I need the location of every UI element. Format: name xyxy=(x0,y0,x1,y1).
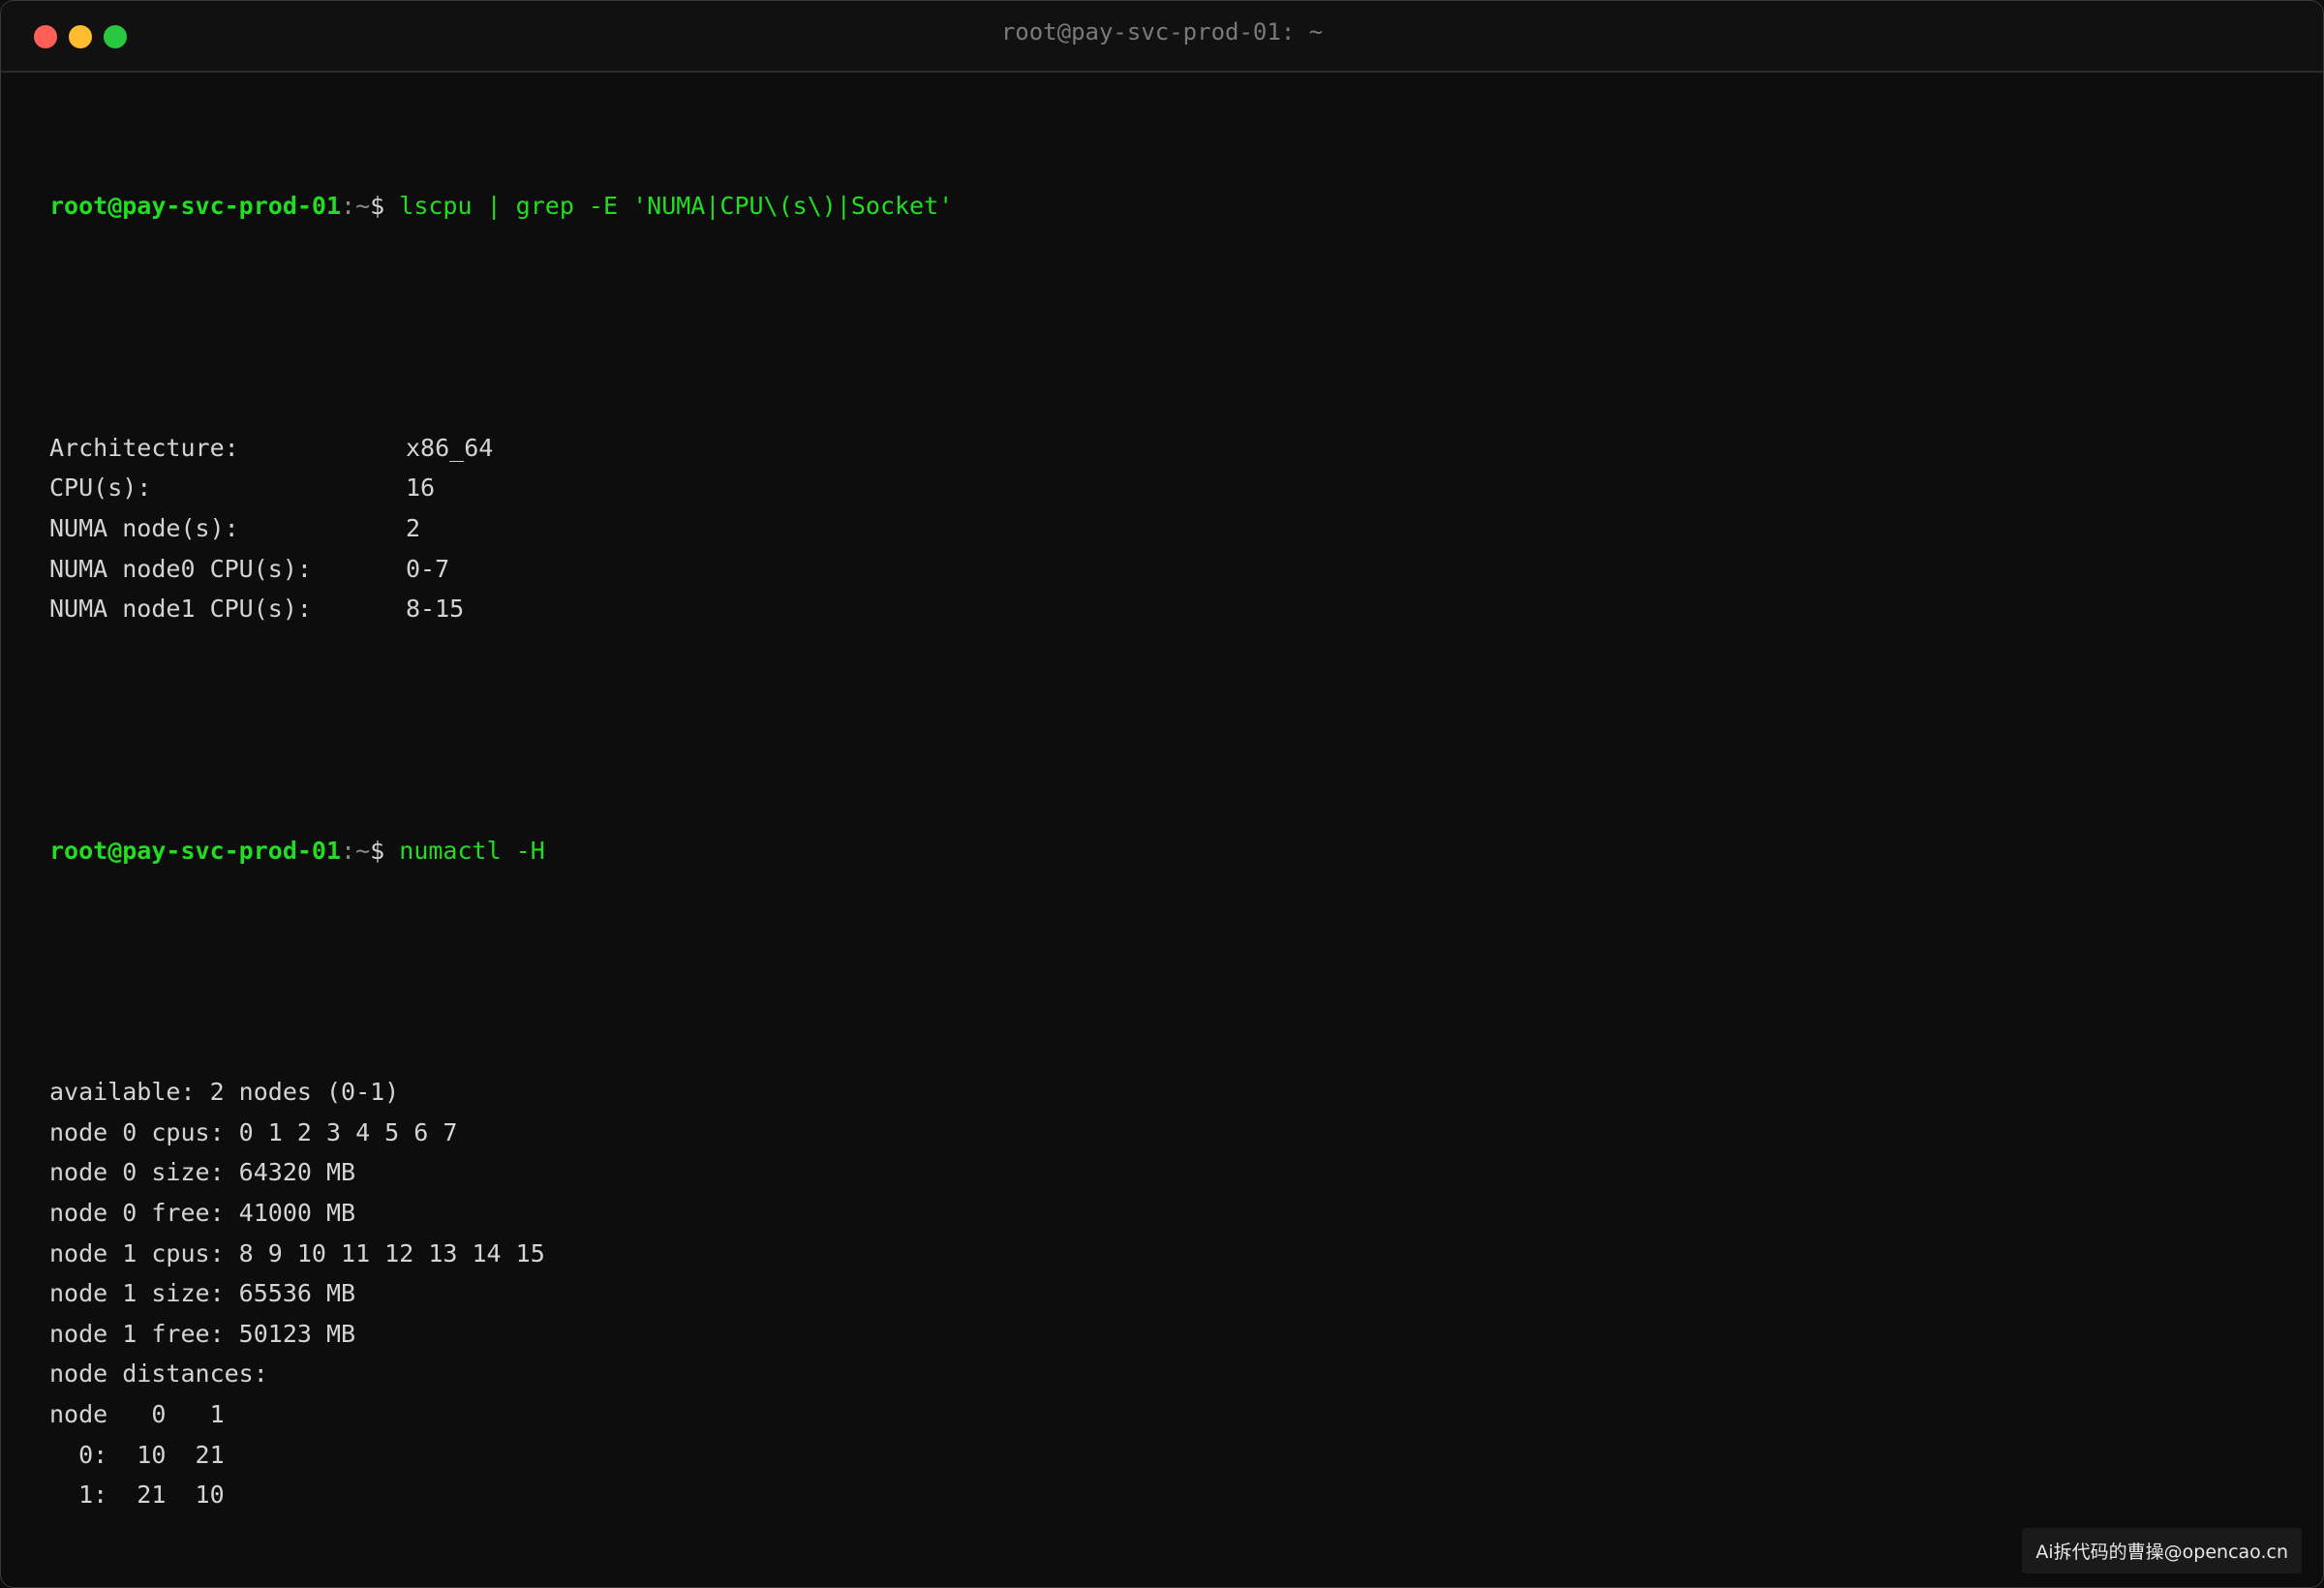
output-line: NUMA node0 CPU(s): 0-7 xyxy=(49,549,2275,590)
window-title: root@pay-svc-prod-01: ~ xyxy=(1000,18,1324,46)
prompt-separator: : xyxy=(341,836,356,865)
watermark: Ai拆代码的曹操@opencao.cn xyxy=(2022,1528,2302,1573)
output-line: node 0 1 xyxy=(49,1400,225,1428)
output-line: node 0 size: 64320 MB xyxy=(49,1158,356,1187)
output-line: node 1 free: 50123 MB xyxy=(49,1319,356,1348)
prompt-symbol: $ xyxy=(370,192,400,221)
command-line-1: root@pay-svc-prod-01:~$ lscpu | grep -E … xyxy=(49,186,2275,227)
output-line: node 1 cpus: 8 9 10 11 12 13 14 15 xyxy=(49,1238,545,1267)
output-value: 0-7 xyxy=(406,554,450,583)
output-key: NUMA node(s): xyxy=(49,513,239,542)
terminal-window: root@pay-svc-prod-01: ~ root@pay-svc-pro… xyxy=(0,0,2324,1588)
output-value: 2 xyxy=(406,513,421,542)
command-line-2: root@pay-svc-prod-01:~$ numactl -H xyxy=(49,831,2275,871)
output-line: 0: 10 21 xyxy=(49,1440,225,1469)
prompt-path: ~ xyxy=(355,192,371,221)
output-line: available: 2 nodes (0-1) xyxy=(49,1078,400,1107)
prompt-symbol: $ xyxy=(370,836,400,865)
output-value: 16 xyxy=(406,473,436,503)
output-line: NUMA node1 CPU(s): 8-15 xyxy=(49,589,2275,629)
prompt-user-host: root@pay-svc-prod-01 xyxy=(49,192,342,221)
output-line: CPU(s): 16 xyxy=(49,468,2275,508)
output-value: x86_64 xyxy=(406,433,494,462)
output-line: 1: 21 10 xyxy=(49,1481,225,1510)
output-key: Architecture: xyxy=(49,433,239,462)
output-line: NUMA node(s): 2 xyxy=(49,508,2275,549)
output-line: node distances: xyxy=(49,1359,268,1389)
prompt-path: ~ xyxy=(355,836,371,865)
title-bar[interactable]: root@pay-svc-prod-01: ~ xyxy=(1,1,2323,73)
lscpu-output: Architecture: x86_64 CPU(s): 16 NUMA node(s)… xyxy=(49,428,2275,629)
terminal-output[interactable]: root@pay-svc-prod-01:~$ lscpu | grep -E … xyxy=(49,106,2275,1587)
prompt-separator: : xyxy=(341,192,356,221)
output-line: node 0 cpus: 0 1 2 3 4 5 6 7 xyxy=(49,1117,458,1146)
output-key: NUMA node1 CPU(s): xyxy=(49,595,312,624)
numactl-output: available: 2 nodes (0-1) node 0 cpus: 0 1… xyxy=(49,1072,2275,1515)
output-value: 8-15 xyxy=(406,595,465,624)
output-line: node 1 size: 65536 MB xyxy=(49,1279,356,1308)
output-key: CPU(s): xyxy=(49,473,152,503)
output-line: Architecture: x86_64 xyxy=(49,428,2275,469)
output-key: NUMA node0 CPU(s): xyxy=(49,554,312,583)
command-text: lscpu | grep -E 'NUMA|CPU\(s\)|Socket' xyxy=(399,192,954,221)
prompt-user-host: root@pay-svc-prod-01 xyxy=(49,836,342,865)
command-text: numactl -H xyxy=(399,836,545,865)
output-line: node 0 free: 41000 MB xyxy=(49,1199,356,1228)
